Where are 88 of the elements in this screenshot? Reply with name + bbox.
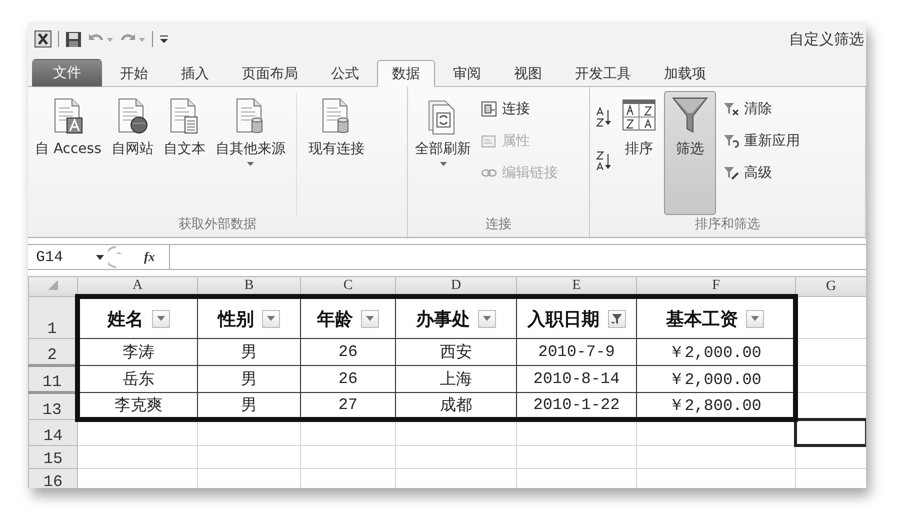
ribbon-button[interactable]: 清除 <box>720 97 803 121</box>
column-title: 入职日期 <box>528 308 600 330</box>
table-cell: 李克爽 <box>78 392 198 420</box>
advanced-filter-icon <box>723 165 739 181</box>
table-cell: ￥2,800.00 <box>636 392 796 420</box>
caret-icon <box>751 316 759 321</box>
ribbon-button[interactable]: 高级 <box>720 161 803 185</box>
filter-active-button[interactable] <box>608 310 626 328</box>
window-title: 自定义筛选 <box>789 30 864 48</box>
ribbon-button[interactable]: 排序 <box>618 91 660 171</box>
table-cell: 2010-1-22 <box>516 392 636 420</box>
ribbon-button[interactable]: 自文本 <box>160 91 208 171</box>
table-cell: 男 <box>198 366 300 392</box>
ribbon-tab[interactable]: 页面布局 <box>227 60 313 87</box>
ribbon-button[interactable]: 连接 <box>478 97 561 121</box>
ribbon-tab[interactable]: 插入 <box>166 60 224 87</box>
cancel-icon <box>108 246 122 268</box>
ribbon-tab[interactable]: 加载项 <box>649 60 721 87</box>
table-cell: 男 <box>198 338 300 366</box>
table-cell: ￥2,000.00 <box>636 338 796 366</box>
active-cell[interactable] <box>796 420 866 446</box>
sort-descending-icon[interactable] <box>594 149 614 173</box>
table-cell: 27 <box>300 392 396 420</box>
column-title: 基本工资 <box>666 308 738 330</box>
table-cell: ￥2,000.00 <box>636 366 796 392</box>
table-cell: 26 <box>300 338 396 366</box>
column-title: 姓名 <box>108 308 144 330</box>
ribbon-button[interactable]: 筛选 <box>664 91 716 215</box>
group-label: 获取外部数据 <box>178 216 258 233</box>
column-title: 年龄 <box>317 308 353 330</box>
connection-icon <box>481 101 497 117</box>
column-title: 性别 <box>218 308 254 330</box>
table-cell: 2010-7-9 <box>516 338 636 366</box>
ribbon-tab[interactable]: 公式 <box>316 60 374 87</box>
table-cell[interactable] <box>78 420 198 446</box>
table-cell: 男 <box>198 392 300 420</box>
spreadsheet-icon[interactable] <box>34 30 52 48</box>
row-header[interactable]: 14 <box>28 420 78 446</box>
table-cell[interactable] <box>198 420 300 446</box>
customize-toolbar-icon[interactable] <box>159 33 169 45</box>
funnel-icon <box>610 312 622 324</box>
ribbon-tab[interactable]: 视图 <box>499 60 557 87</box>
properties-icon <box>481 133 497 149</box>
save-icon[interactable] <box>65 30 82 48</box>
table-cell: 成都 <box>396 392 516 420</box>
ribbon-button[interactable]: 自其他来源 <box>212 91 288 171</box>
ribbon-button[interactable]: 全部刷新 <box>412 91 474 171</box>
ribbon-tab[interactable]: 审阅 <box>438 60 496 87</box>
ribbon-button[interactable]: 现有连接 <box>305 91 368 171</box>
reapply-filter-icon <box>723 133 739 149</box>
caret-icon <box>156 316 164 321</box>
table-cell[interactable] <box>516 420 636 446</box>
ribbon-tab[interactable]: 数据 <box>377 60 435 87</box>
group-label: 排序和筛选 <box>694 216 761 233</box>
row-header[interactable]: 15 <box>28 446 78 468</box>
table-cell[interactable] <box>300 420 396 446</box>
table-cell: 上海 <box>396 366 516 392</box>
table-cell: 岳东 <box>78 366 198 392</box>
table-cell: 西安 <box>396 338 516 366</box>
sort-ascending-icon[interactable] <box>594 105 614 129</box>
column-header[interactable]: G <box>796 276 866 296</box>
filter-button[interactable] <box>152 310 170 328</box>
filter-button[interactable] <box>746 310 764 328</box>
name-box[interactable]: G14 <box>28 248 96 266</box>
table-cell: 26 <box>300 366 396 392</box>
file-tab[interactable]: 文件 <box>32 59 102 87</box>
table-cell: 李涛 <box>78 338 198 366</box>
ribbon-tab[interactable]: 开发工具 <box>560 60 646 87</box>
ribbon-tab[interactable]: 开始 <box>105 60 163 87</box>
row-header[interactable]: 16 <box>28 468 78 488</box>
caret-icon <box>267 316 275 321</box>
caret-icon <box>366 316 374 321</box>
row-header[interactable]: 11 <box>28 366 78 392</box>
filter-button[interactable] <box>361 310 379 328</box>
caret-icon <box>483 316 491 321</box>
ribbon-button[interactable]: 自 Access <box>32 91 104 171</box>
filter-button[interactable] <box>262 310 280 328</box>
row-header[interactable]: 1 <box>28 296 78 338</box>
table-cell[interactable] <box>396 420 516 446</box>
ribbon-button[interactable]: 自网站 <box>108 91 156 171</box>
caret-icon[interactable] <box>96 254 104 260</box>
column-title: 办事处 <box>416 308 470 330</box>
ribbon-button[interactable]: 重新应用 <box>720 129 803 153</box>
table-cell: 2010-8-14 <box>516 366 636 392</box>
row-header[interactable]: 13 <box>28 392 78 420</box>
filter-button[interactable] <box>478 310 496 328</box>
group-label: 连接 <box>484 216 512 233</box>
clear-filter-icon <box>723 101 739 117</box>
